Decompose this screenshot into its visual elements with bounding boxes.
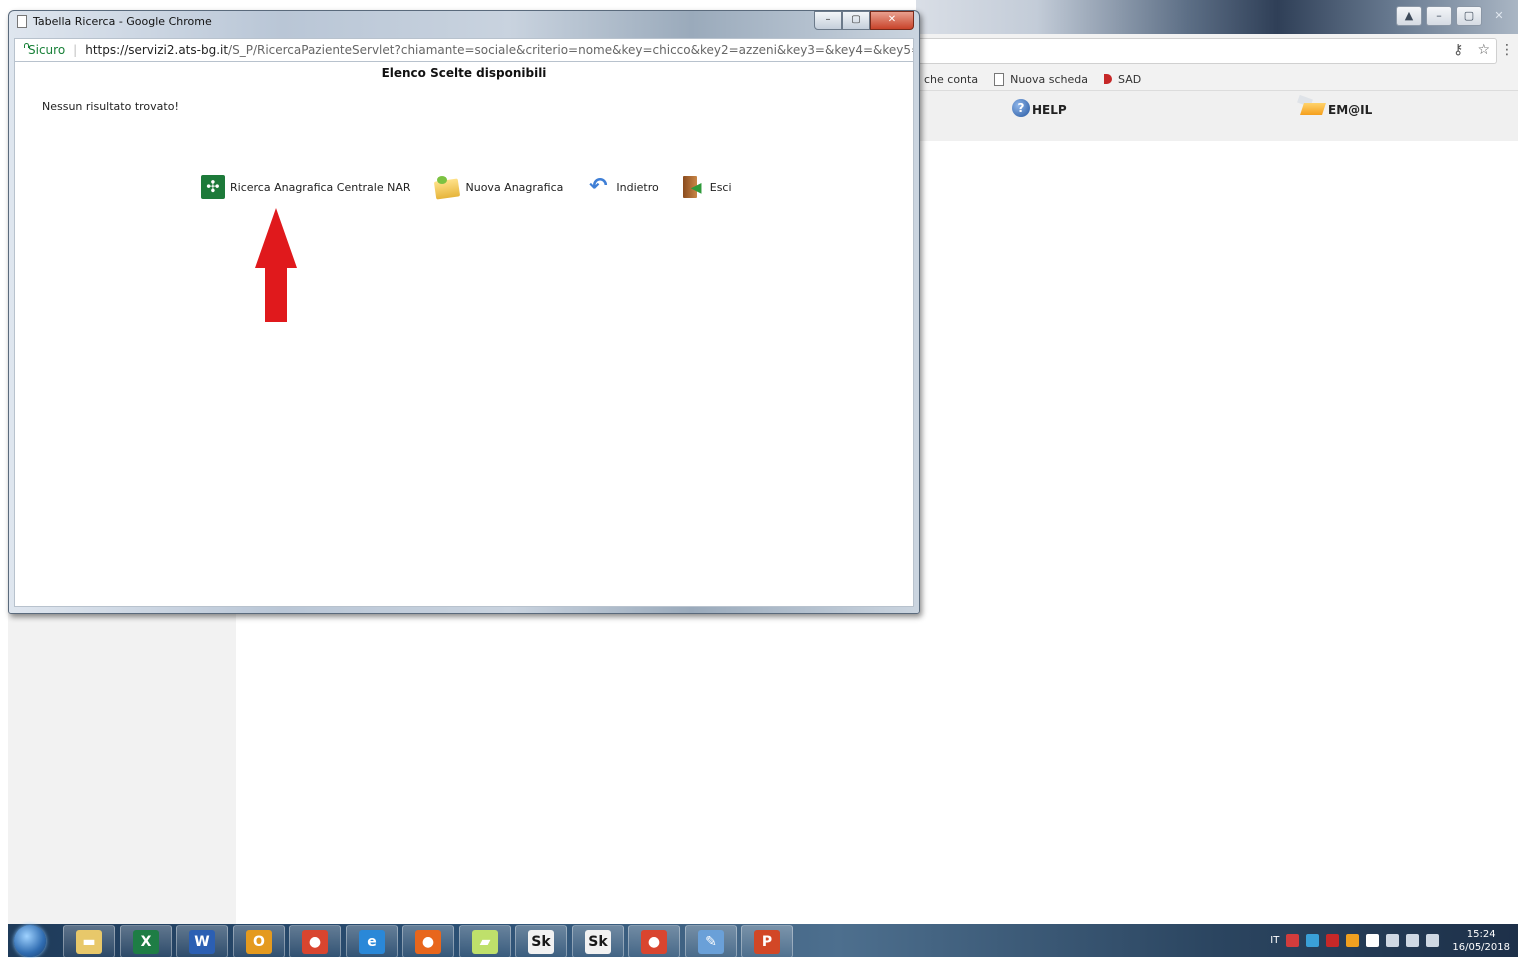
search-central-registry-button[interactable]: ✣ Ricerca Anagrafica Centrale NAR [201, 175, 411, 199]
taskbar-word-button[interactable]: W [176, 925, 228, 958]
taskbar-outlook-button[interactable]: O [233, 925, 285, 958]
star-icon[interactable]: ☆ [1477, 42, 1490, 58]
address-separator: | [73, 43, 78, 57]
tray-volume-icon[interactable] [1426, 934, 1440, 947]
popup-window-controls: – ▢ ✕ [814, 11, 914, 30]
close-icon[interactable]: ✕ [870, 11, 914, 30]
folder-icon [433, 174, 461, 200]
tray-outlook-icon[interactable] [1346, 934, 1360, 947]
studiok-icon: Sk [585, 929, 611, 954]
bookmark-che-conta[interactable]: che conta [924, 73, 978, 86]
maximize-icon[interactable]: ▢ [842, 11, 870, 30]
bookmark-sad[interactable]: SAD [1104, 73, 1141, 86]
clock[interactable]: 15:24 16/05/2018 [1452, 928, 1510, 954]
address-bar-icons: ⚷ ☆ [1453, 42, 1490, 58]
action-toolbar: ✣ Ricerca Anagrafica Centrale NAR Nuova … [201, 174, 754, 200]
taskbar-chrome-button[interactable]: ● [289, 925, 341, 958]
site-header: ? HELP EM@IL [916, 91, 1518, 141]
bookmarks-bar: che conta Nuova scheda SAD [916, 68, 1518, 91]
tray-sync-icon[interactable] [1306, 934, 1320, 947]
folder2-icon: ▰ [472, 929, 498, 954]
excel-icon: X [133, 929, 159, 954]
paint-icon: ✎ [698, 929, 724, 954]
back-button[interactable]: ↶ Indietro [585, 174, 659, 199]
page-icon [994, 72, 1005, 86]
page-icon [17, 15, 27, 28]
minimize-icon[interactable]: – [814, 11, 842, 30]
popup-window: Tabella Ricerca - Google Chrome – ▢ ✕ Si… [8, 10, 920, 614]
studiok-icon: Sk [528, 929, 554, 954]
taskbar-paint-button[interactable]: ✎ [685, 925, 737, 958]
nar-green-icon: ✣ [201, 175, 225, 199]
taskbar-chrome2-button[interactable]: ● [628, 925, 680, 958]
secure-label: Sicuro [28, 43, 66, 57]
tray-icons [1286, 934, 1440, 947]
date: 16/05/2018 [1452, 941, 1510, 953]
tray-display-icon[interactable] [1406, 934, 1420, 947]
page-title: Elenco Scelte disponibili [381, 66, 547, 80]
minimize-icon[interactable]: – [1426, 6, 1452, 26]
taskbar-ie-button[interactable]: e [346, 925, 398, 958]
popup-title: Tabella Ricerca - Google Chrome [33, 15, 212, 28]
start-button[interactable] [14, 925, 46, 957]
taskbar-explorer-button[interactable]: ▬ [63, 925, 115, 958]
folder-icon: ▬ [76, 929, 102, 954]
envelope-icon [1297, 94, 1326, 117]
maximize-icon[interactable]: ▢ [1456, 6, 1482, 26]
background-window-titlebar: ▲ – ▢ ✕ [916, 0, 1518, 34]
bookmark-nuova-scheda[interactable]: Nuova scheda [994, 72, 1088, 86]
taskbar-studiok1-button[interactable]: Sk [515, 925, 567, 958]
email-link[interactable]: EM@IL [1297, 94, 1372, 117]
red-annotation-arrow-icon [255, 208, 297, 322]
taskbar-folder2-button[interactable]: ▰ [459, 925, 511, 958]
tray-pdf-icon[interactable] [1326, 934, 1340, 947]
language-indicator[interactable]: IT [1270, 935, 1279, 946]
user-icon[interactable]: ▲ [1396, 6, 1422, 26]
ie-icon: e [359, 929, 385, 954]
exit-door-icon: ◀ [681, 174, 705, 200]
tray-flag-icon[interactable] [1366, 934, 1380, 947]
back-arrow-icon: ↶ [589, 174, 608, 199]
help-icon: ? [1012, 99, 1030, 117]
background-address-bar: ⚷ ☆ ⋮ [916, 34, 1518, 69]
firefox-icon: ● [415, 929, 441, 954]
background-window-controls: ▲ – ▢ ✕ [1396, 6, 1512, 26]
chrome-icon: ● [641, 929, 667, 954]
help-link[interactable]: ? HELP [1012, 99, 1067, 117]
url-path: /S_P/RicercaPazienteServlet?chiamante=so… [228, 43, 914, 57]
taskbar-firefox-button[interactable]: ● [402, 925, 454, 958]
taskbar-powerpoint-button[interactable]: P [741, 925, 793, 958]
popup-titlebar: Tabella Ricerca - Google Chrome [17, 15, 212, 28]
popup-address-bar[interactable]: Sicuro | https://servizi2.ats-bg.it/S_P/… [14, 38, 914, 62]
no-results-message: Nessun risultato trovato! [42, 100, 179, 113]
left-pane [8, 610, 236, 924]
system-tray: IT 15:24 16/05/2018 [1270, 924, 1510, 957]
menu-dots-icon[interactable]: ⋮ [1500, 42, 1514, 58]
taskbar-excel-button[interactable]: X [120, 925, 172, 958]
chrome-icon: ● [302, 929, 328, 954]
new-registry-button[interactable]: Nuova Anagrafica [433, 174, 563, 200]
sad-icon [1104, 74, 1113, 84]
url-host: https://servizi2.ats-bg.it [85, 43, 229, 57]
outlook-icon: O [246, 929, 272, 954]
popup-content: Elenco Scelte disponibili Nessun risulta… [14, 61, 914, 607]
exit-button[interactable]: ◀ Esci [681, 174, 732, 200]
powerpoint-icon: P [754, 929, 780, 954]
taskbar: ▬ X W O ● e ● ▰ Sk Sk ● ✎ P IT 15:24 16/05/2018 [8, 924, 1518, 958]
word-icon: W [189, 929, 215, 954]
close-icon[interactable]: ✕ [1486, 6, 1512, 26]
time: 15:24 [1466, 928, 1496, 940]
tray-k-icon[interactable] [1286, 934, 1300, 947]
tray-network-icon[interactable] [1386, 934, 1400, 947]
background-url-input[interactable] [916, 38, 1497, 64]
key-icon[interactable]: ⚷ [1453, 42, 1463, 58]
taskbar-studiok2-button[interactable]: Sk [572, 925, 624, 958]
